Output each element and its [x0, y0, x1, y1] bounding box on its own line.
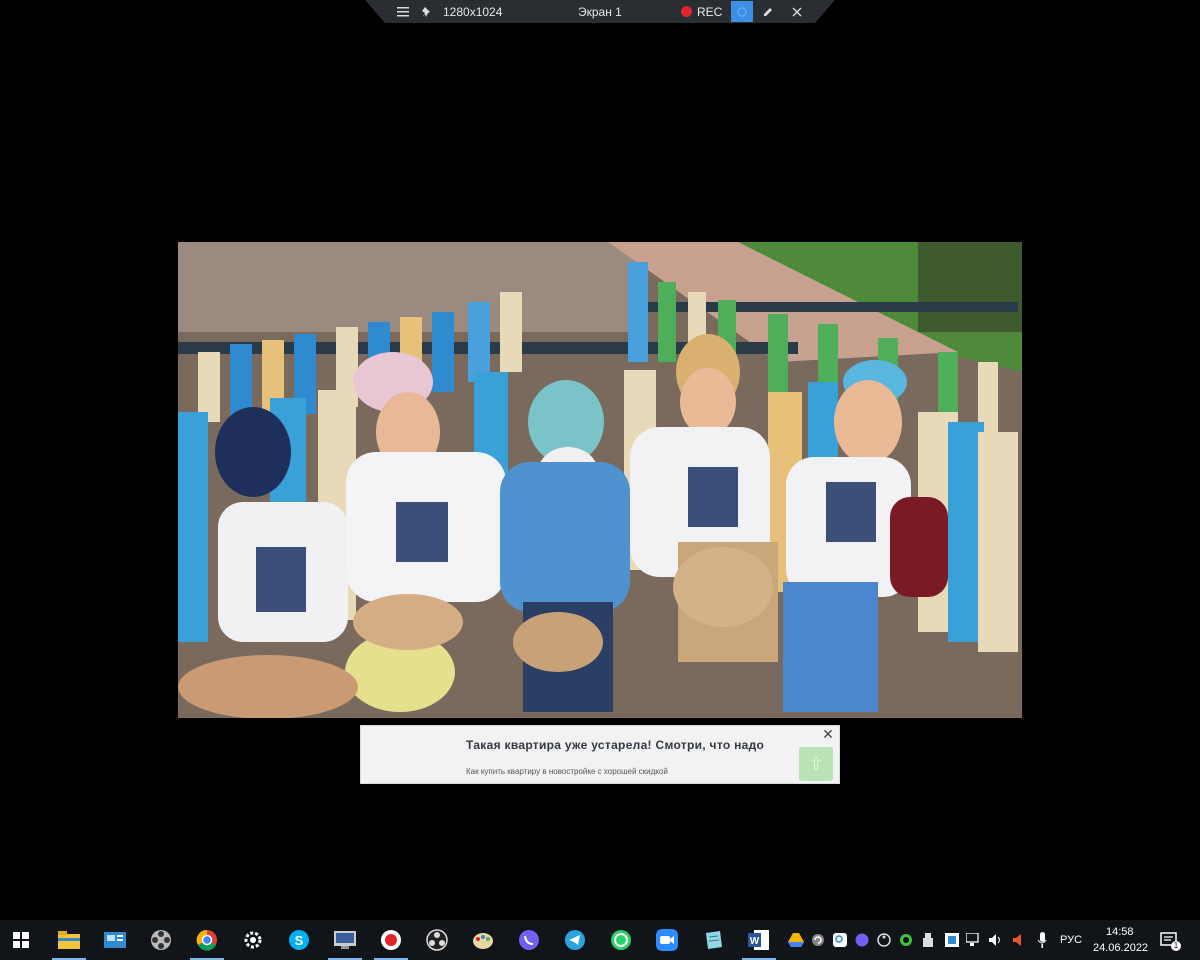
notification-count-badge: 1	[1171, 941, 1181, 951]
clock-time[interactable]: 14:58	[1106, 926, 1134, 938]
screen-label[interactable]: Экран 1	[578, 0, 622, 23]
google-drive-icon[interactable]	[788, 932, 804, 948]
resolution-label: 1280x1024	[443, 4, 503, 19]
usb-icon[interactable]	[920, 932, 936, 948]
control-panel-icon[interactable]	[94, 920, 136, 960]
windows-start-icon[interactable]	[0, 920, 42, 960]
pin-icon[interactable]	[417, 0, 437, 23]
rec-button[interactable]: REC	[681, 0, 722, 23]
notes-app-icon[interactable]	[692, 920, 734, 960]
pen-icon[interactable]	[758, 0, 778, 23]
video-frame[interactable]	[178, 242, 1022, 718]
network-icon[interactable]	[966, 932, 982, 948]
search-app-icon[interactable]	[832, 932, 848, 948]
chrome-icon[interactable]	[186, 920, 228, 960]
skype-icon[interactable]: S	[278, 920, 320, 960]
speaker-muted-icon[interactable]	[1010, 932, 1026, 948]
zoom-icon[interactable]	[646, 920, 688, 960]
volume-icon[interactable]	[988, 932, 1004, 948]
svg-text:W: W	[750, 936, 760, 947]
language-indicator[interactable]: РУС	[1060, 934, 1082, 946]
microphone-icon[interactable]	[1034, 932, 1050, 948]
viber-tray-icon[interactable]	[854, 932, 870, 948]
green-circle-icon[interactable]	[898, 932, 914, 948]
svg-text:S: S	[295, 933, 304, 948]
screen-recorder-window-icon[interactable]	[324, 920, 366, 960]
media-player-icon[interactable]	[140, 920, 182, 960]
telegram-icon[interactable]	[554, 920, 596, 960]
select-icon[interactable]	[731, 1, 753, 22]
ad-action-button[interactable]: ⇧	[799, 747, 833, 781]
file-explorer-icon[interactable]	[48, 920, 90, 960]
sync-icon[interactable]	[810, 932, 826, 948]
paint-app-icon[interactable]	[462, 920, 504, 960]
clock-date[interactable]: 24.06.2022	[1093, 942, 1148, 954]
recorder-toolbar: 1280x1024 Экран 1 REC	[365, 0, 835, 23]
notification-center-icon[interactable]: 1	[1160, 931, 1181, 951]
close-icon[interactable]	[787, 0, 807, 23]
app-tray-icon[interactable]	[944, 932, 960, 948]
whatsapp-icon[interactable]	[600, 920, 642, 960]
record-icon	[681, 6, 692, 17]
taskbar: S W РУС 14:58 24.06.2022 1	[0, 920, 1200, 960]
record-app-icon[interactable]	[370, 920, 412, 960]
ad-close-icon[interactable]: ✕	[821, 727, 835, 741]
video-scene	[178, 242, 1022, 718]
settings-gear-icon[interactable]	[232, 920, 274, 960]
menu-icon[interactable]	[393, 0, 413, 23]
word-icon[interactable]: W	[738, 920, 780, 960]
rec-label: REC	[697, 4, 723, 19]
ad-title[interactable]: Такая квартира уже устарела! Смотри, что…	[466, 738, 764, 752]
ad-banner[interactable]: Такая квартира уже устарела! Смотри, что…	[360, 725, 840, 784]
ad-subtitle[interactable]: Как купить квартиру в новостройке с хоро…	[466, 767, 668, 776]
obs-studio-icon[interactable]	[416, 920, 458, 960]
viber-icon[interactable]	[508, 920, 550, 960]
obs-tray-icon[interactable]	[876, 932, 892, 948]
